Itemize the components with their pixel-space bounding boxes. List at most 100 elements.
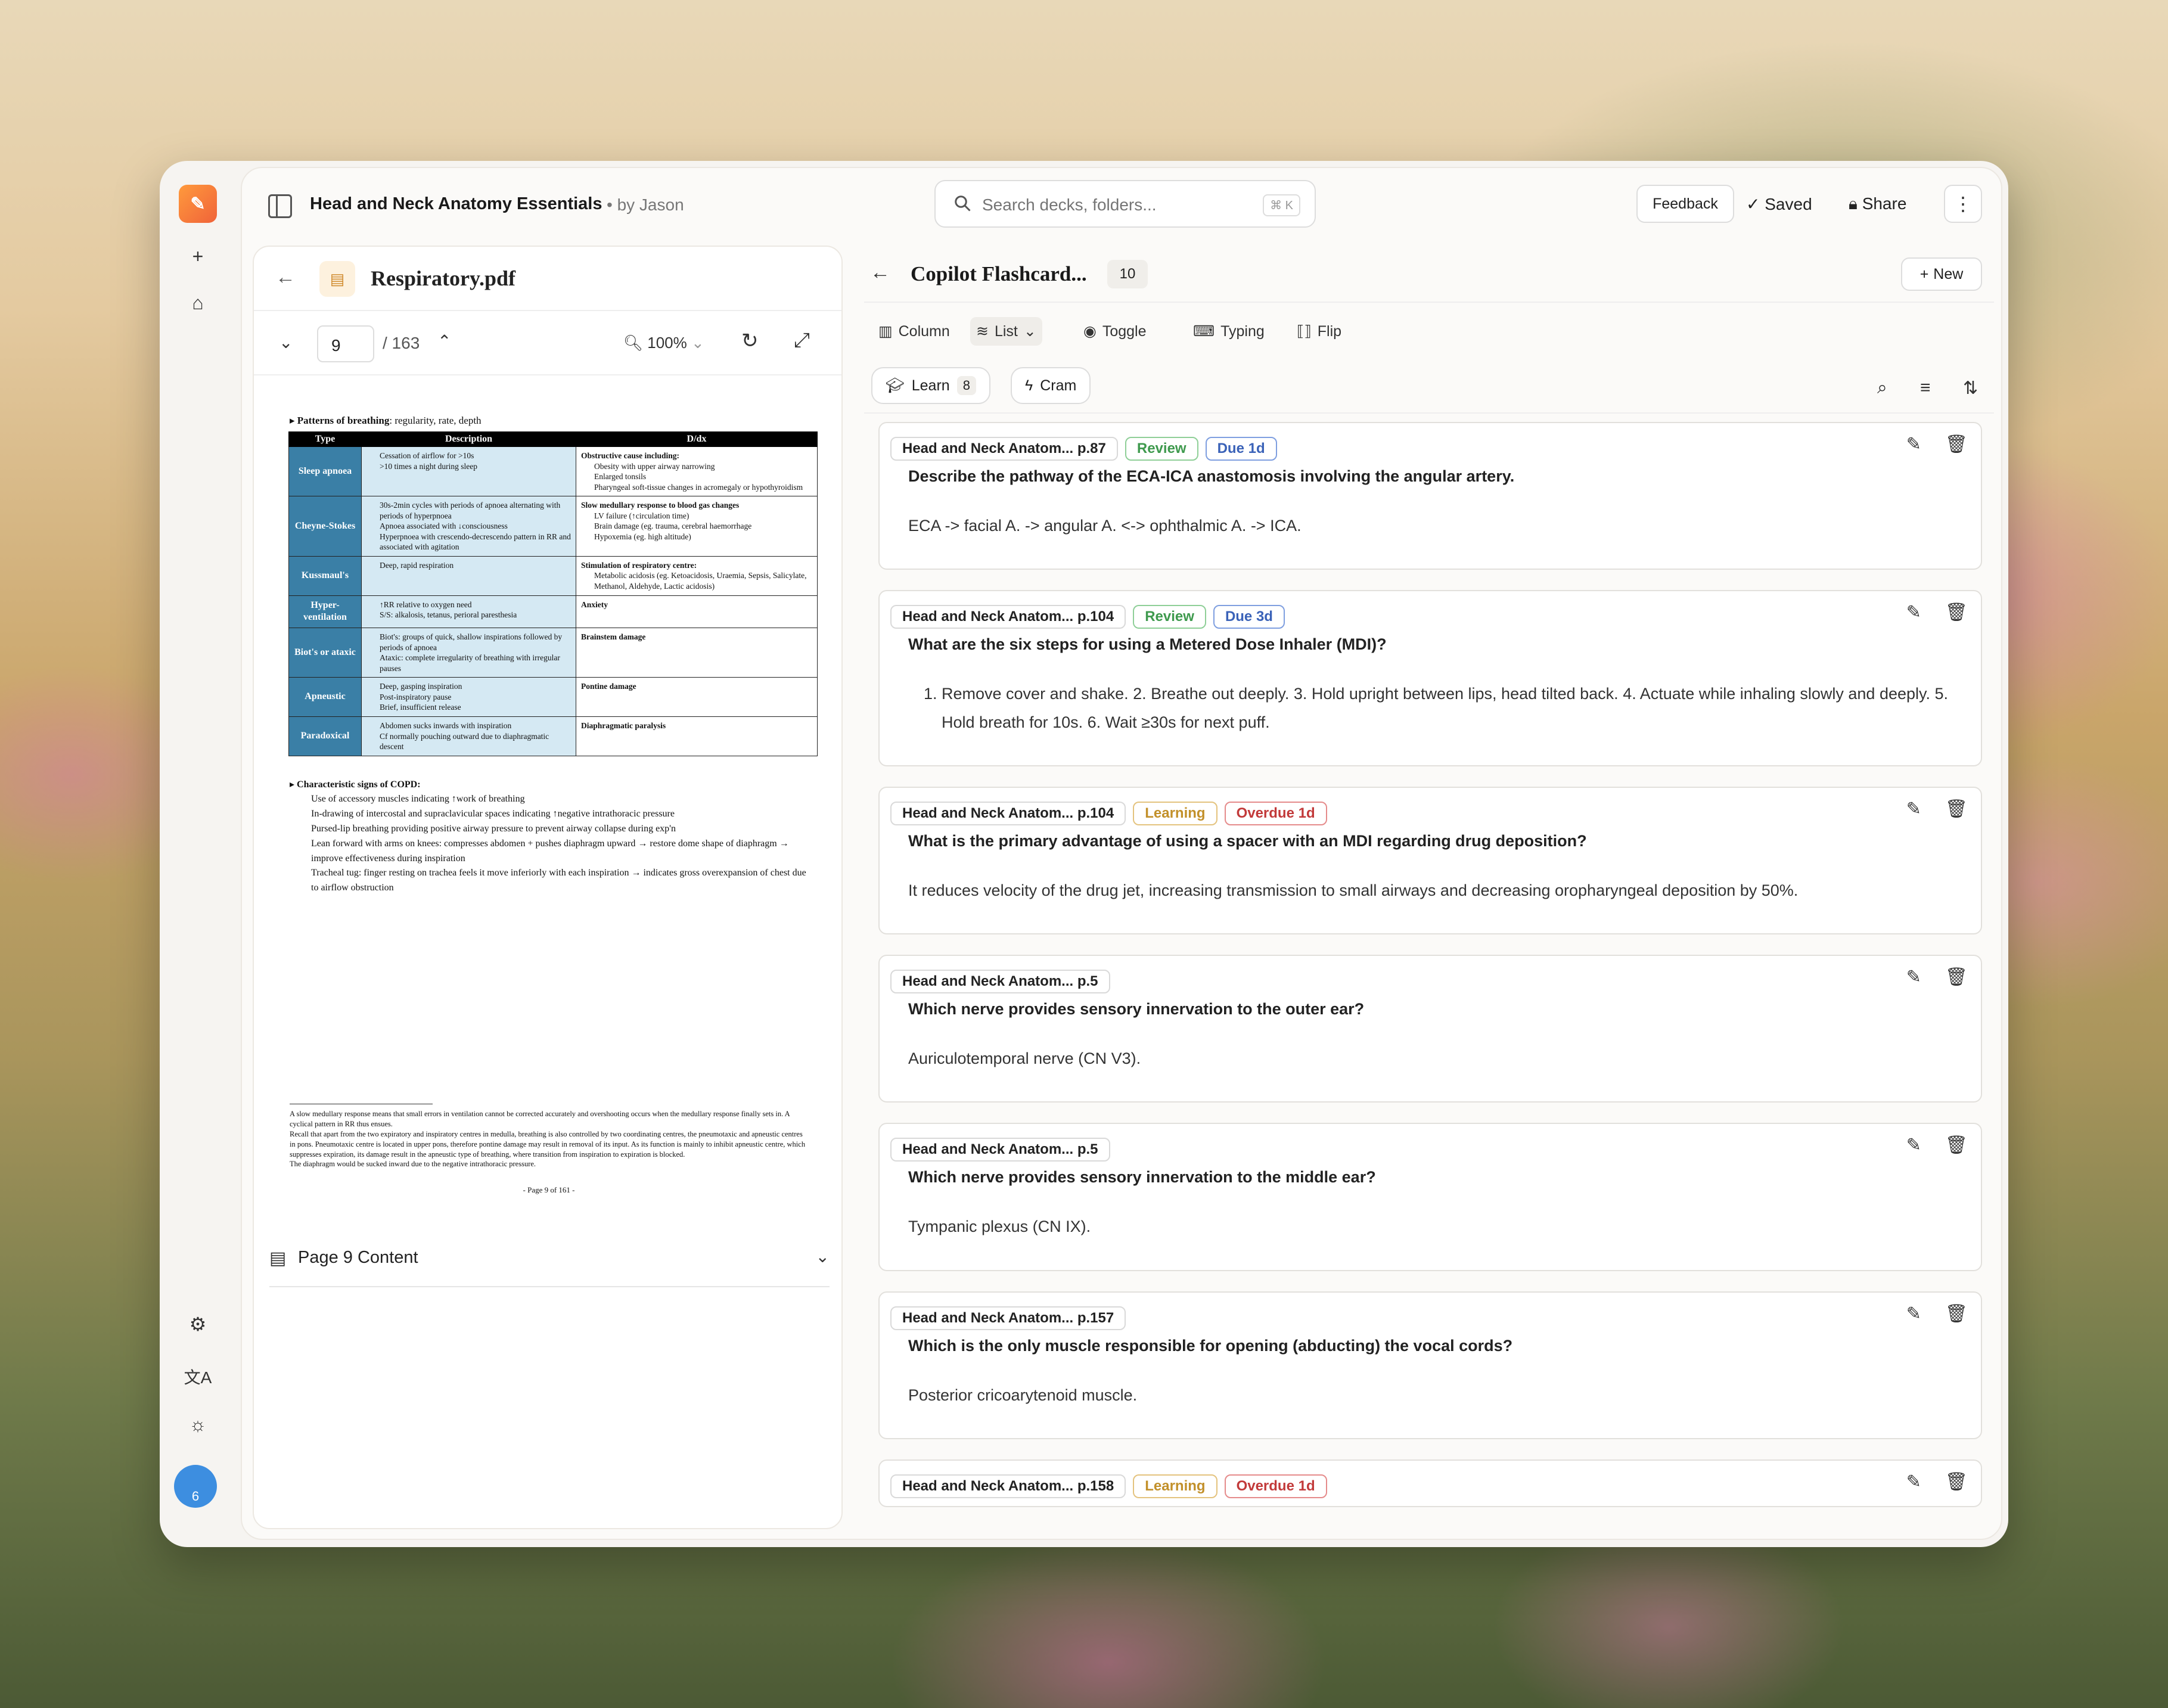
source-tag: Head and Neck Anatom... p.87 xyxy=(890,437,1118,461)
view-column[interactable]: ▥ Column xyxy=(872,317,956,346)
chevron-up-icon[interactable]: ⌃ xyxy=(437,331,451,351)
search-input[interactable] xyxy=(982,192,1244,218)
avatar[interactable]: 6 xyxy=(174,1465,217,1508)
layers-icon: ≋ xyxy=(976,323,989,340)
check-icon: ✓ xyxy=(1746,195,1765,213)
lightning-icon: ϟ xyxy=(1025,377,1033,394)
search-box[interactable]: ⌘ K xyxy=(934,180,1316,228)
row-description: Deep, gasping inspiration Post-inspirator… xyxy=(361,677,576,717)
desc-item: Cf normally pouching outward due to diap… xyxy=(380,731,549,751)
edit-icon[interactable]: ✎ xyxy=(1906,799,1921,819)
desc-item: Cessation of airflow for >10s xyxy=(380,451,474,460)
desc-item: Apnoea associated with ↓consciousness xyxy=(380,521,508,531)
card-question: Which nerve provides sensory innervation… xyxy=(908,1168,1376,1187)
trash-icon[interactable]: 🗑︎ xyxy=(1945,1135,1968,1156)
ddx-item: Anxiety xyxy=(581,600,608,609)
sun-icon[interactable]: ☼ xyxy=(181,1408,215,1441)
plus-icon[interactable]: + xyxy=(181,240,215,273)
sidebar-toggle-icon[interactable] xyxy=(268,194,292,218)
gear-icon[interactable]: ⚙ xyxy=(181,1308,215,1341)
trash-icon[interactable]: 🗑︎ xyxy=(1945,799,1968,819)
row-ddx: Anxiety xyxy=(576,595,818,629)
trash-icon[interactable]: 🗑︎ xyxy=(1945,434,1968,455)
status-badge: Learning xyxy=(1133,1474,1217,1498)
page-content-toggle[interactable]: ▤ Page 9 Content ⌄ xyxy=(269,1230,830,1287)
home-icon[interactable]: ⌂ xyxy=(181,286,215,319)
edit-icon[interactable]: ✎ xyxy=(1906,434,1921,455)
desc-item: Hyperpnoea with crescendo-decrescendo pa… xyxy=(380,532,571,552)
flashcard[interactable]: Head and Neck Anatom... p.87 Review Due 1d… xyxy=(878,422,1982,570)
footnote: A slow medullary response means that sma… xyxy=(290,1110,790,1128)
flashcard[interactable]: Head and Neck Anatom... p.157 ✎ 🗑︎ Which is… xyxy=(878,1291,1982,1439)
learn-button[interactable]: 🎓︎ Learn 8 xyxy=(871,367,990,404)
view-list[interactable]: ≋ List ⌄ xyxy=(970,317,1042,346)
row-description: ↑RR relative to oxygen need S/S: alkalosi… xyxy=(361,595,576,629)
card-question: Which nerve provides sensory innervation… xyxy=(908,1000,1365,1018)
flashcard[interactable]: Head and Neck Anatom... p.104 Review Due 3… xyxy=(878,590,1982,766)
app-logo[interactable]: ✎ xyxy=(179,185,217,223)
flashcard[interactable]: Head and Neck Anatom... p.104 Learning Ove… xyxy=(878,786,1982,934)
card-question: What is the primary advantage of using a… xyxy=(908,831,1587,850)
translate-icon[interactable]: 文A xyxy=(181,1360,215,1393)
share-label: Share xyxy=(1862,194,1907,213)
row-description: Deep, rapid respiration xyxy=(361,555,576,596)
view-list-label: List xyxy=(994,322,1018,340)
page-total: / 163 xyxy=(383,334,420,352)
more-menu-icon[interactable]: ⋮ xyxy=(1944,185,1982,223)
back-arrow-icon[interactable]: ← xyxy=(870,261,890,284)
edit-icon[interactable]: ✎ xyxy=(1906,602,1921,623)
table-row: Kussmaul's Deep, rapid respiration Stimula… xyxy=(288,555,818,596)
cram-label: Cram xyxy=(1040,377,1077,394)
flashcard[interactable]: Head and Neck Anatom... p.158 Learning Ove… xyxy=(878,1459,1982,1507)
card-answer: Remove cover and shake. 2. Breathe out d… xyxy=(908,680,1958,765)
view-flip[interactable]: ⟦⟧ Flip xyxy=(1291,317,1347,346)
search-icon[interactable]: ⌕ xyxy=(1877,378,1887,398)
view-toggle-label: Toggle xyxy=(1102,322,1147,340)
edit-icon[interactable]: ✎ xyxy=(1906,967,1921,987)
pdf-viewer: ← ▤ Respiratory.pdf ⌄ 9 / 163 ⌃ 🔍︎ 100% … xyxy=(253,246,843,1529)
trash-icon[interactable]: 🗑︎ xyxy=(1945,602,1968,623)
flashcards-header: ← Copilot Flashcard... 10 + New xyxy=(864,246,1994,303)
app-window: ✎ + ⌂ ⚙ 文A ☼ 6 Head and Neck Anatomy Ess… xyxy=(160,161,2008,1547)
trash-icon[interactable]: 🗑︎ xyxy=(1945,1303,1968,1324)
chevron-down-icon[interactable]: ⌄ xyxy=(279,333,293,352)
row-ddx: Pontine damage xyxy=(576,677,818,717)
zoom-control[interactable]: 🔍︎ 100% ⌄ xyxy=(623,334,704,352)
flashcard[interactable]: Head and Neck Anatom... p.5 ✎ 🗑︎ Which nerv… xyxy=(878,1123,1982,1271)
fullscreen-icon[interactable]: ⤢ xyxy=(794,329,810,352)
card-actions: ✎ 🗑︎ xyxy=(1906,434,1968,455)
desc-item: Post-inspiratory pause xyxy=(380,692,452,701)
desc-item: Biot's: groups of quick, shallow inspira… xyxy=(380,632,563,652)
table-row: Paradoxical Abdomen sucks inwards with in… xyxy=(288,716,818,756)
sort-icon[interactable]: ⇅ xyxy=(1963,378,1978,399)
share-button[interactable]: 🔒︎ Share xyxy=(1849,194,1906,214)
flashcard[interactable]: Head and Neck Anatom... p.5 ✎ 🗑︎ Which nerv… xyxy=(878,955,1982,1103)
back-arrow-icon[interactable]: ← xyxy=(275,266,296,289)
card-tags: Head and Neck Anatom... p.87 Review Due 1d xyxy=(890,436,1958,461)
table-row: Biot's or ataxic Biot's: groups of quick,… xyxy=(288,628,818,678)
edit-icon[interactable]: ✎ xyxy=(1906,1135,1921,1156)
desc-item: Deep, rapid respiration xyxy=(380,560,454,570)
flip-icon: ⟦⟧ xyxy=(1297,323,1312,340)
trash-icon[interactable]: 🗑︎ xyxy=(1945,1471,1968,1492)
card-list: Head and Neck Anatom... p.87 Review Due 1d… xyxy=(878,422,1982,1529)
trash-icon[interactable]: 🗑︎ xyxy=(1945,967,1968,987)
feedback-button[interactable]: Feedback xyxy=(1636,185,1734,223)
edit-icon[interactable]: ✎ xyxy=(1906,1303,1921,1324)
card-answer: ECA -> facial A. -> angular A. <-> ophth… xyxy=(908,517,1302,535)
view-toggle[interactable]: ◉ Toggle xyxy=(1077,317,1153,346)
edit-icon[interactable]: ✎ xyxy=(1906,1471,1921,1492)
view-typing[interactable]: ⌨ Typing xyxy=(1187,317,1271,346)
desc-item: Ataxic: complete irregularity of breathi… xyxy=(380,653,560,673)
copd-item: Lean forward with arms on knees: compres… xyxy=(311,838,789,864)
cram-button[interactable]: ϟ Cram xyxy=(1011,367,1091,404)
row-type: Hyper-ventilation xyxy=(288,595,362,629)
page-number-input[interactable]: 9 xyxy=(317,325,374,362)
rotate-icon[interactable]: ↻ xyxy=(741,329,759,353)
ddx-item: Brainstem damage xyxy=(581,632,646,642)
new-card-button[interactable]: + New xyxy=(1901,257,1982,291)
filter-icon[interactable]: ≡ xyxy=(1920,378,1931,398)
copd-item: Tracheal tug: finger resting on trachea … xyxy=(311,868,806,893)
due-badge: Overdue 1d xyxy=(1224,801,1327,825)
row-description: Cessation of airflow for >10s >10 times a… xyxy=(361,446,576,497)
